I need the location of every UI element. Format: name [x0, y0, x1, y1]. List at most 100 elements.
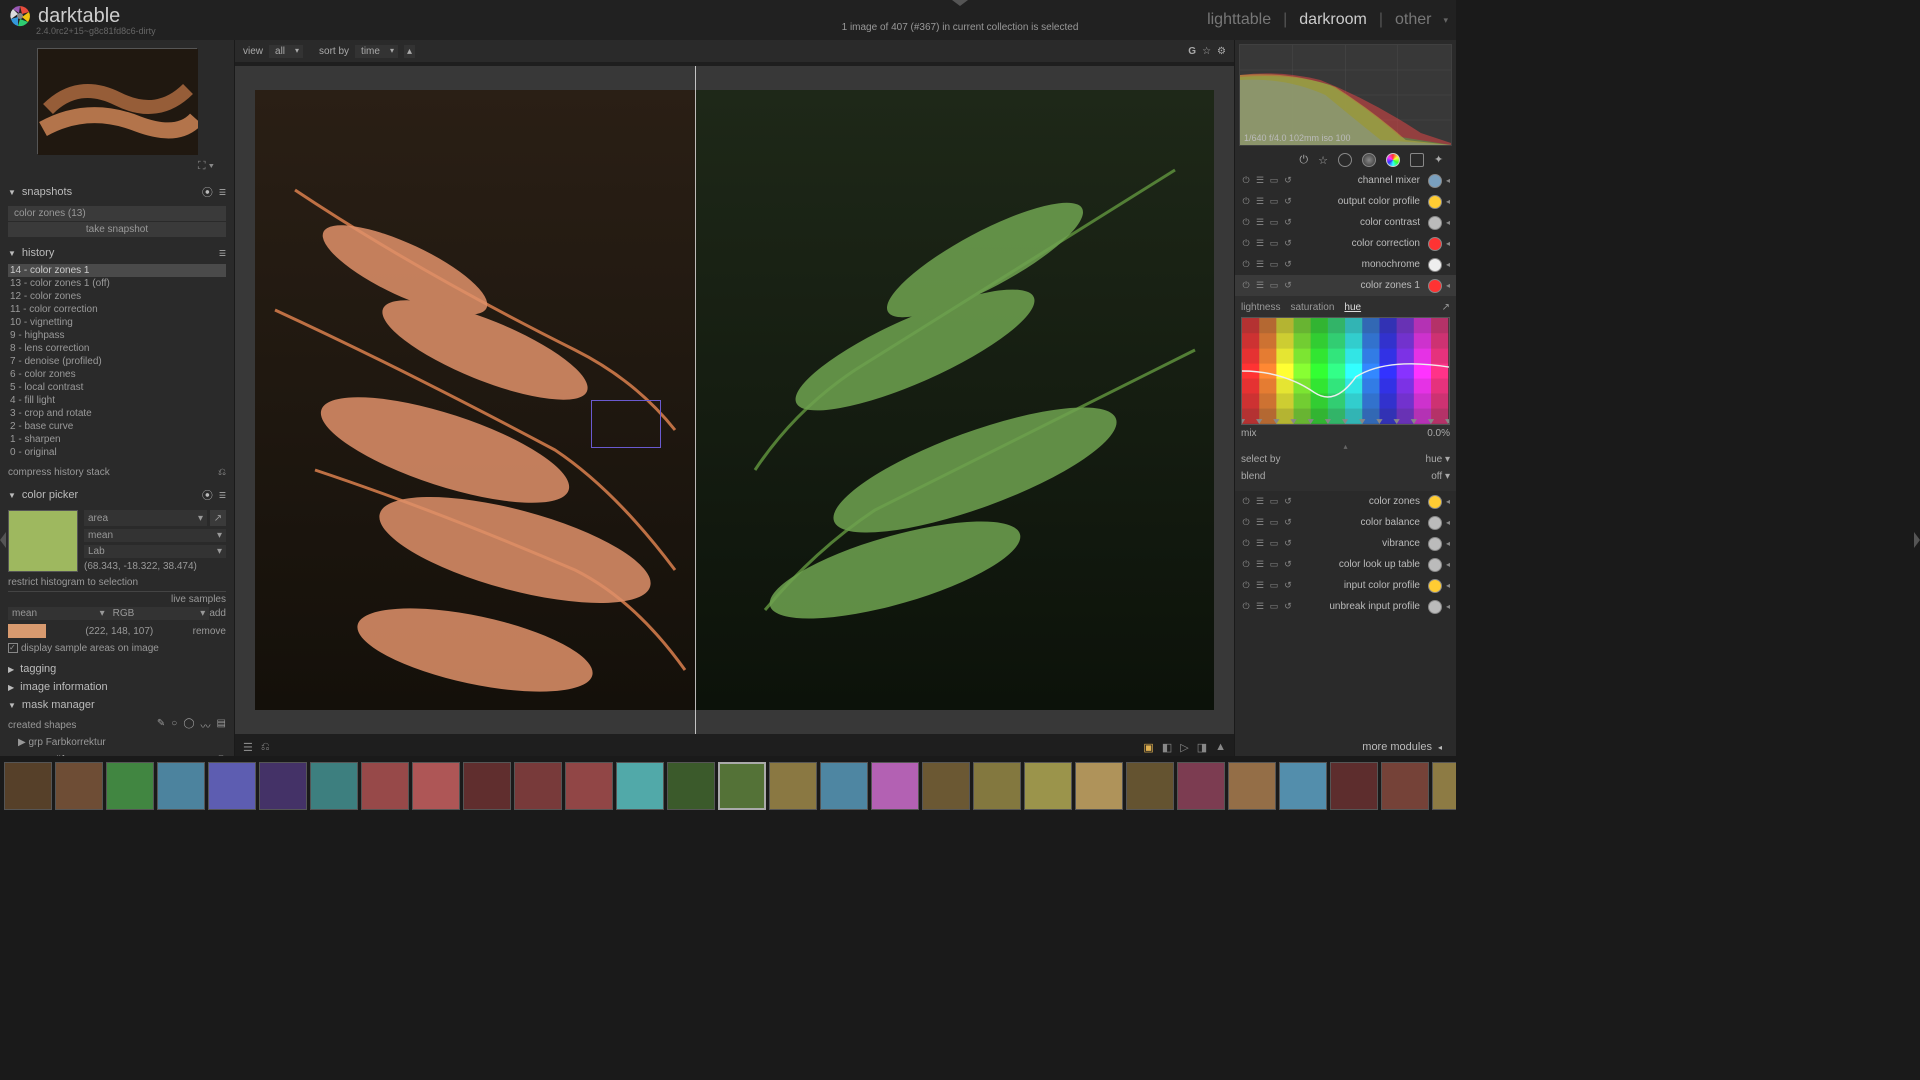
module-expand-icon[interactable]: ◂: [1446, 281, 1450, 290]
module-enable-icon[interactable]: ⏻: [1241, 517, 1251, 528]
module-multi-icon[interactable]: ☰: [1255, 559, 1265, 570]
filmstrip-thumb[interactable]: [820, 762, 868, 810]
color-picker-header[interactable]: ▼color picker⦿☰: [0, 484, 234, 506]
presets-icon[interactable]: ☰: [219, 249, 226, 258]
filmstrip-thumb[interactable]: [514, 762, 562, 810]
picker-icon[interactable]: ↗: [1442, 302, 1450, 313]
snapshots-header[interactable]: ▼snapshots⦿☰: [0, 181, 234, 203]
circle-icon[interactable]: ○: [171, 718, 177, 733]
tab-lighttable[interactable]: lighttable: [1207, 11, 1271, 29]
filmstrip-thumb[interactable]: [259, 762, 307, 810]
image-canvas[interactable]: [235, 66, 1234, 734]
module-reset-icon[interactable]: ↺: [1283, 280, 1293, 291]
reset-icon[interactable]: ⦿: [202, 184, 213, 200]
module-row[interactable]: ⏻☰▭↺input color profile◂: [1235, 575, 1456, 596]
module-reset-icon[interactable]: ↺: [1283, 196, 1293, 207]
history-header[interactable]: ▼history☰: [0, 244, 234, 262]
history-item[interactable]: 3 - crop and rotate: [8, 407, 226, 420]
snapshot-item[interactable]: color zones (13): [8, 206, 226, 221]
filmstrip-thumb[interactable]: [871, 762, 919, 810]
module-row[interactable]: ⏻☰▭↺output color profile◂: [1235, 191, 1456, 212]
module-reset-icon[interactable]: ↺: [1283, 559, 1293, 570]
filmstrip[interactable]: [0, 756, 1456, 816]
overexposed-icon[interactable]: ◨: [1197, 741, 1207, 754]
module-expand-icon[interactable]: ◂: [1446, 560, 1450, 569]
other-dropdown-icon[interactable]: ▾: [1443, 15, 1448, 26]
history-item[interactable]: 2 - base curve: [8, 420, 226, 433]
cz-tab[interactable]: hue: [1344, 302, 1361, 313]
history-item[interactable]: 8 - lens correction: [8, 342, 226, 355]
module-expand-icon[interactable]: ◂: [1446, 602, 1450, 611]
quick-presets-icon[interactable]: ☰: [243, 741, 253, 754]
history-item[interactable]: 14 - color zones 1: [8, 264, 226, 277]
module-row[interactable]: ⏻☰▭↺color zones 1◂: [1235, 275, 1456, 296]
history-item[interactable]: 11 - color correction: [8, 303, 226, 316]
mask-visible-icon[interactable]: ⦿: [216, 752, 226, 756]
module-row[interactable]: ⏻☰▭↺color look up table◂: [1235, 554, 1456, 575]
group-correct-icon[interactable]: [1410, 153, 1424, 167]
filmstrip-thumb[interactable]: [565, 762, 613, 810]
mask-curve[interactable]: curve #1: [28, 754, 66, 756]
module-enable-icon[interactable]: ⏻: [1241, 259, 1251, 270]
module-multi-icon[interactable]: ☰: [1255, 259, 1265, 270]
module-enable-icon[interactable]: ⏻: [1241, 601, 1251, 612]
module-reset-icon[interactable]: ↺: [1283, 601, 1293, 612]
remove-sample-button[interactable]: remove: [193, 626, 226, 637]
image-info-header[interactable]: ▶image information: [0, 678, 234, 696]
view-select[interactable]: all: [269, 45, 303, 58]
sample-stat-select[interactable]: mean▾: [8, 607, 109, 620]
ellipse-icon[interactable]: ◯: [183, 718, 194, 733]
path-icon[interactable]: 〰: [201, 718, 211, 733]
module-enable-icon[interactable]: ⏻: [1241, 496, 1251, 507]
group-basic-icon[interactable]: [1338, 153, 1352, 167]
add-sample-button[interactable]: add: [209, 608, 226, 619]
picker-tool-icon[interactable]: ↗: [210, 510, 226, 526]
filmstrip-thumb[interactable]: [1432, 762, 1456, 810]
module-instance-icon[interactable]: ▭: [1269, 601, 1279, 612]
filmstrip-thumb[interactable]: [1330, 762, 1378, 810]
select-by-value[interactable]: hue ▾: [1426, 454, 1450, 465]
module-instance-icon[interactable]: ▭: [1269, 196, 1279, 207]
module-instance-icon[interactable]: ▭: [1269, 280, 1279, 291]
module-multi-icon[interactable]: ☰: [1255, 280, 1265, 291]
module-reset-icon[interactable]: ↺: [1283, 217, 1293, 228]
module-row[interactable]: ⏻☰▭↺color balance◂: [1235, 512, 1456, 533]
module-instance-icon[interactable]: ▭: [1269, 238, 1279, 249]
filmstrip-thumb[interactable]: [922, 762, 970, 810]
brush-icon[interactable]: ✎: [157, 718, 165, 733]
reset-icon[interactable]: ⦿: [202, 487, 213, 503]
filmstrip-thumb[interactable]: [157, 762, 205, 810]
styles-icon[interactable]: ⎌: [218, 467, 226, 478]
module-instance-icon[interactable]: ▭: [1269, 559, 1279, 570]
module-expand-icon[interactable]: ◂: [1446, 539, 1450, 548]
gamut-icon[interactable]: ▣: [1143, 741, 1153, 754]
filmstrip-thumb[interactable]: [106, 762, 154, 810]
module-enable-icon[interactable]: ⏻: [1241, 280, 1251, 291]
module-multi-icon[interactable]: ☰: [1255, 175, 1265, 186]
mask-manager-header[interactable]: ▼mask manager: [0, 696, 234, 714]
filmstrip-thumb[interactable]: [1228, 762, 1276, 810]
module-multi-icon[interactable]: ☰: [1255, 496, 1265, 507]
tagging-header[interactable]: ▶tagging: [0, 660, 234, 678]
filmstrip-thumb[interactable]: [667, 762, 715, 810]
softproof-icon[interactable]: ◧: [1162, 741, 1172, 754]
gradient-icon[interactable]: ▤: [217, 718, 226, 733]
module-row[interactable]: ⏻☰▭↺color zones◂: [1235, 491, 1456, 512]
module-reset-icon[interactable]: ↺: [1283, 175, 1293, 186]
module-multi-icon[interactable]: ☰: [1255, 196, 1265, 207]
cz-tab[interactable]: lightness: [1241, 302, 1280, 313]
take-snapshot-button[interactable]: take snapshot: [8, 222, 226, 237]
histogram[interactable]: 1/640 f/4.0 102mm iso 100: [1239, 44, 1452, 146]
tab-darkroom[interactable]: darkroom: [1299, 11, 1367, 29]
group-tone-icon[interactable]: [1362, 153, 1376, 167]
filmstrip-thumb[interactable]: [769, 762, 817, 810]
module-reset-icon[interactable]: ↺: [1283, 538, 1293, 549]
styles-icon[interactable]: ⎌: [261, 741, 270, 754]
module-enable-icon[interactable]: ⏻: [1241, 538, 1251, 549]
module-enable-icon[interactable]: ⏻: [1241, 175, 1251, 186]
restrict-histogram[interactable]: restrict histogram to selection: [8, 574, 226, 591]
display-samples-checkbox[interactable]: [8, 643, 18, 653]
presets-icon[interactable]: ☰: [219, 188, 226, 197]
color-picker-area-rect[interactable]: [591, 400, 661, 448]
right-panel-handle[interactable]: [1914, 532, 1920, 548]
